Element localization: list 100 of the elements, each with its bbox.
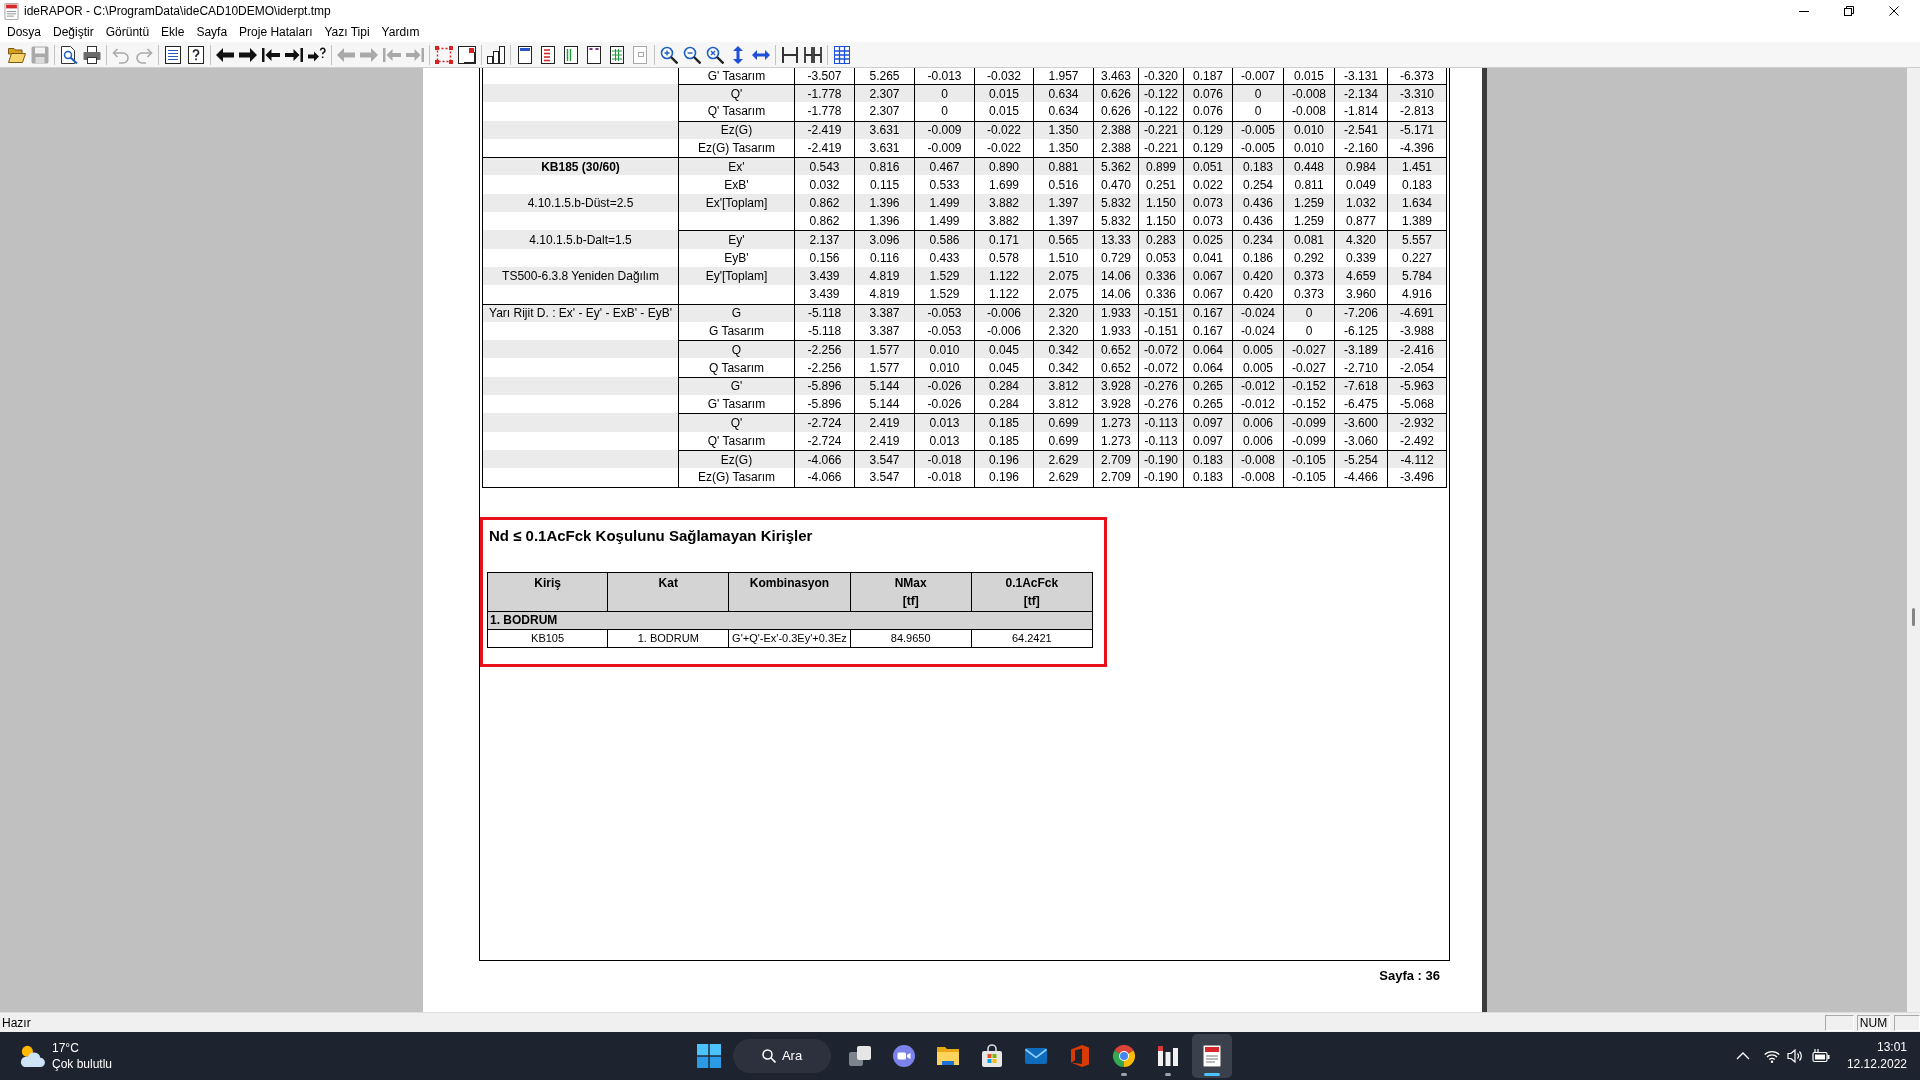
- magnifier-minus-icon[interactable]: [683, 45, 701, 64]
- table-cell: 0.699: [1033, 431, 1093, 450]
- clock-time[interactable]: 13:01: [1876, 1039, 1907, 1056]
- menu-item[interactable]: Görüntü: [99, 23, 156, 41]
- table-cell: -3.060: [1334, 431, 1387, 450]
- table-cell: -0.022: [974, 138, 1033, 158]
- table-cell: -0.221: [1138, 120, 1183, 139]
- lined-page-icon[interactable]: [164, 45, 182, 64]
- table-cell: -1.778: [794, 102, 854, 121]
- page-corner-icon[interactable]: [458, 45, 476, 64]
- menu-item[interactable]: Ekle: [155, 23, 191, 41]
- table-cell: 0.265: [1183, 395, 1232, 414]
- open-folder-icon[interactable]: [8, 45, 26, 64]
- double-h-shape-icon[interactable]: [804, 45, 822, 64]
- restore-icon[interactable]: [1844, 6, 1854, 16]
- weather-temperature[interactable]: 17°C: [52, 1040, 113, 1056]
- clock-date[interactable]: 12.12.2022: [1846, 1056, 1907, 1073]
- table-cell: -0.006: [974, 321, 1033, 341]
- table-cell: 0.254: [1232, 175, 1283, 194]
- table-cell: 0.073: [1183, 212, 1232, 231]
- folder-icon: [936, 1044, 960, 1068]
- table-cell: -0.113: [1138, 413, 1183, 432]
- table-cell: 1.122: [974, 285, 1033, 304]
- page-short-lines-icon[interactable]: [539, 45, 557, 64]
- right-arrow-bar-icon[interactable]: [285, 45, 303, 64]
- page-number: Sayfa : 36: [1379, 967, 1440, 985]
- page-question-icon[interactable]: [187, 45, 205, 64]
- menu-item[interactable]: Proje Hataları: [233, 23, 319, 41]
- table-cell: 0.097: [1183, 413, 1232, 432]
- column-header: Kiriş: [487, 571, 609, 612]
- table-cell: 3.631: [854, 138, 914, 158]
- page-header-icon[interactable]: [516, 45, 534, 64]
- table-cell: 2.388: [1093, 138, 1138, 158]
- table-cell: 5.265: [854, 68, 914, 84]
- table-cell: 0.251: [1138, 175, 1183, 194]
- minimize-icon[interactable]: [1799, 10, 1809, 12]
- menu-item[interactable]: Yazı Tipi: [318, 23, 376, 41]
- table-cell: -0.013: [914, 68, 974, 84]
- menu-item[interactable]: Yardım: [375, 23, 426, 41]
- table-cell: 2.137: [794, 230, 854, 249]
- search-button[interactable]: Ara: [733, 1039, 831, 1073]
- weather-condition[interactable]: Çok bulutlu: [52, 1056, 113, 1072]
- table-cell: -0.122: [1138, 102, 1183, 121]
- column-header: NMax [tf]: [850, 571, 972, 612]
- chevron-up-icon[interactable]: [1735, 1052, 1750, 1060]
- table-cell: 0.045: [974, 358, 1033, 377]
- table-cell: -3.496: [1387, 468, 1446, 487]
- right-arrow-icon[interactable]: [239, 45, 257, 64]
- table-cell: 1.397: [1033, 212, 1093, 231]
- table-cell: 0.022: [1183, 175, 1232, 194]
- menu-item[interactable]: Değiştir: [47, 23, 100, 41]
- table-cell: -2.932: [1387, 413, 1446, 432]
- dotted-square-icon[interactable]: [435, 45, 453, 64]
- table-cell: 2.320: [1033, 321, 1093, 341]
- table-cell-text: 4.10.1.5.b-Dalt=1.5: [528, 231, 633, 249]
- table-cell: Q': [678, 413, 794, 432]
- table-cell: -2.256: [794, 358, 854, 377]
- close-icon[interactable]: [1889, 6, 1899, 16]
- grid-icon[interactable]: [833, 45, 851, 64]
- h-shape-icon[interactable]: [781, 45, 799, 64]
- table-cell: 0.010: [914, 358, 974, 377]
- magnifier-plus-icon[interactable]: [660, 45, 678, 64]
- table-cell: 0: [1283, 303, 1334, 322]
- wifi-icon[interactable]: [1763, 1049, 1780, 1063]
- menu-item[interactable]: Dosya: [1, 23, 47, 41]
- page-grid-icon[interactable]: [608, 45, 626, 64]
- printer-icon[interactable]: [83, 45, 101, 64]
- vertical-scrollbar[interactable]: [1907, 68, 1920, 1012]
- column-header: Kombinasyon: [729, 571, 851, 612]
- table-cell: 0.234: [1232, 230, 1283, 249]
- arrow-question-icon[interactable]: [308, 45, 326, 64]
- table-cell: 0.336: [1138, 285, 1183, 304]
- page-magnifier-icon[interactable]: [60, 45, 78, 64]
- app-logo-icon: [1068, 1044, 1092, 1068]
- table-cell: -0.027: [1283, 358, 1334, 377]
- search-icon: [761, 1049, 776, 1063]
- table-cell: G: [678, 303, 794, 322]
- left-arrow-bar-icon[interactable]: [262, 45, 280, 64]
- page-columns-icon[interactable]: [562, 45, 580, 64]
- battery-charging-icon[interactable]: [1811, 1049, 1830, 1063]
- table-cell: 0.470: [1093, 175, 1138, 194]
- table-cell: Yarı Rijit D. : Ex' - Ey' - ExB' - EyB': [483, 303, 678, 322]
- table-cell: EyB': [678, 248, 794, 267]
- table-cell: -0.320: [1138, 68, 1183, 84]
- taskbar-app-button[interactable]: [1192, 1034, 1232, 1078]
- table-cell: -2.813: [1387, 102, 1446, 121]
- magnifier-cross-icon[interactable]: [706, 45, 724, 64]
- table-cell: 0.183: [1183, 468, 1232, 487]
- page-top-marks-icon[interactable]: [585, 45, 603, 64]
- scrollbar-thumb[interactable]: [1912, 608, 1915, 626]
- menu-item[interactable]: Sayfa: [190, 23, 234, 41]
- ascending-bars-icon[interactable]: [487, 45, 505, 64]
- cloud-sun-icon[interactable]: [18, 1044, 46, 1068]
- status-panel: [1894, 1014, 1920, 1031]
- table-cell: 0: [1232, 102, 1283, 121]
- speaker-icon[interactable]: [1786, 1049, 1803, 1063]
- four-squares-icon[interactable]: [697, 1044, 721, 1068]
- table-cell: 3.387: [854, 321, 914, 341]
- table-cell: 0: [1283, 321, 1334, 341]
- table-cell: 0.006: [1232, 413, 1283, 432]
